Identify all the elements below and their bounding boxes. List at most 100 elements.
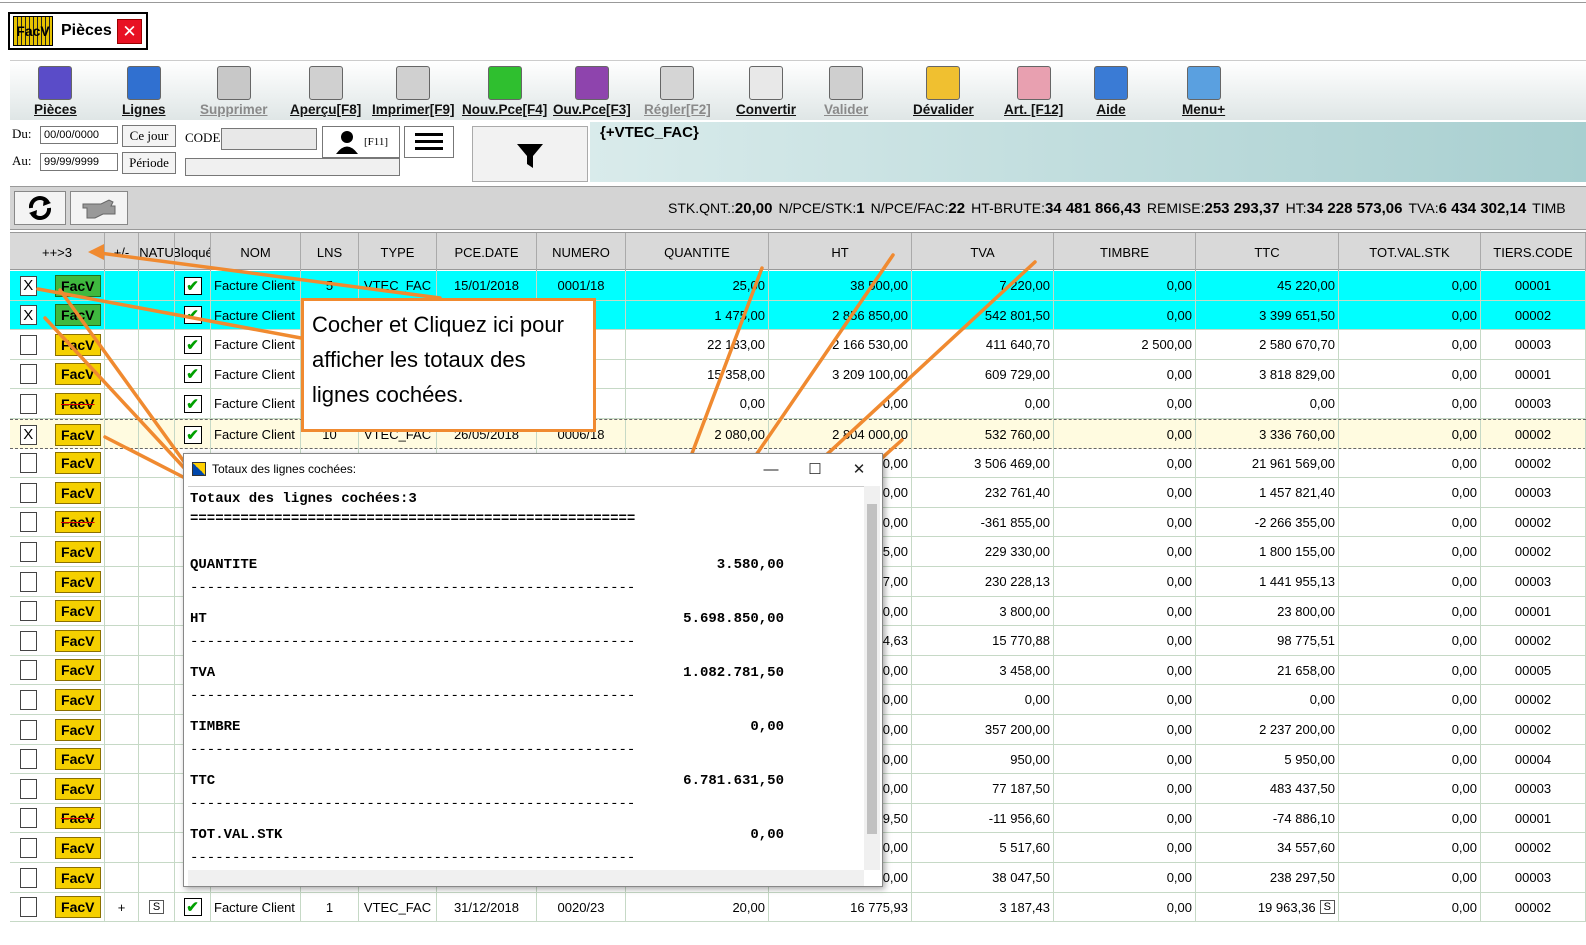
toolbar-button-open-doc[interactable]: Ouv.Pce[F3] <box>553 63 631 121</box>
row-checkbox[interactable] <box>20 453 37 474</box>
toolbar-button-validate[interactable]: Valider <box>824 63 868 121</box>
facv-badge[interactable]: FacV <box>54 570 101 593</box>
client-picker-button[interactable]: [F11] <box>322 126 400 158</box>
row-checkbox[interactable] <box>20 749 37 770</box>
row-checkbox[interactable]: X <box>20 305 37 326</box>
column-header[interactable]: NUMERO <box>537 233 626 271</box>
check-icon[interactable]: ✔ <box>183 306 202 325</box>
table-row[interactable]: X FacV ✔ Facture Client 10 VTEC_FAC 26/05/2018… <box>10 419 1586 449</box>
table-row[interactable]: FacV✔Facture Client815 358,003 209 100,0… <box>10 359 1586 390</box>
toolbar-button-preview[interactable]: Aperçu[F8] <box>290 63 361 121</box>
column-header[interactable]: LNS <box>301 233 359 271</box>
check-icon[interactable]: ✔ <box>183 425 202 444</box>
table-row[interactable]: XFacV✔Facture Client81 475,002 856 850,0… <box>10 300 1586 331</box>
toolbar-button-new-doc[interactable]: Nouv.Pce[F4] <box>462 63 547 121</box>
facv-badge[interactable]: FacV <box>54 718 101 741</box>
row-checkbox[interactable] <box>20 660 37 681</box>
date-to-input[interactable]: 99/99/9999 <box>40 153 118 171</box>
column-header[interactable]: TVA <box>912 233 1054 271</box>
maximize-icon[interactable]: ☐ <box>793 456 837 482</box>
column-header[interactable]: HT <box>769 233 912 271</box>
ce-jour-button[interactable]: Ce jour <box>122 125 176 147</box>
check-icon[interactable]: ✔ <box>183 335 202 354</box>
facv-badge[interactable]: FacV <box>54 807 101 830</box>
facv-badge[interactable]: FacV <box>54 688 101 711</box>
facv-badge[interactable]: FacV <box>54 481 101 504</box>
facv-badge[interactable]: FacV <box>54 600 101 623</box>
toolbar-button-trash-person[interactable]: Supprimer <box>200 63 268 121</box>
row-checkbox[interactable] <box>20 601 37 622</box>
facv-badge[interactable]: FacV <box>54 511 101 534</box>
facv-badge[interactable]: FacV <box>54 659 101 682</box>
dialog-titlebar[interactable]: Totaux des lignes cochées: — ☐ ✕ <box>184 454 882 484</box>
periode-button[interactable]: Période <box>122 152 176 174</box>
column-header[interactable]: TTC <box>1196 233 1339 271</box>
row-checkbox[interactable] <box>20 393 37 414</box>
facv-badge[interactable]: FacV <box>54 777 101 800</box>
column-header[interactable]: Bloqué <box>175 233 211 271</box>
table-row[interactable]: X FacV ✔ Facture Client 5 VTEC_FAC 15/01/2018 0… <box>10 271 1586 301</box>
row-checkbox[interactable] <box>20 364 37 385</box>
facv-badge[interactable]: FacV <box>54 363 101 386</box>
toolbar-button-magnifier[interactable]: Lignes <box>122 63 166 121</box>
dialog-close-icon[interactable]: ✕ <box>837 456 881 482</box>
row-checkbox[interactable] <box>20 719 37 740</box>
close-icon[interactable]: ✕ <box>117 19 142 44</box>
toolbar-button-grid-calendar[interactable]: Pièces <box>34 63 77 121</box>
toolbar-button-printer[interactable]: Imprimer[F9] <box>372 63 455 121</box>
toolbar-button-convert[interactable]: Convertir <box>736 63 796 121</box>
filter-button[interactable] <box>472 126 588 182</box>
row-checkbox[interactable]: X <box>20 275 37 296</box>
column-header[interactable]: TIERS.CODE <box>1481 233 1586 271</box>
facv-badge[interactable]: FacV <box>54 423 101 446</box>
facv-badge[interactable]: FacV <box>54 540 101 563</box>
check-icon[interactable]: ✔ <box>183 898 202 917</box>
column-header[interactable]: TIMBRE <box>1054 233 1196 271</box>
dialog-vertical-scrollbar[interactable] <box>864 486 880 870</box>
column-header[interactable]: TYPE <box>359 233 437 271</box>
row-checkbox[interactable] <box>20 778 37 799</box>
row-checkbox[interactable] <box>20 541 37 562</box>
table-row[interactable]: FacV✔Facture Client822 183,002 166 530,0… <box>10 330 1586 360</box>
row-checkbox[interactable] <box>20 808 37 829</box>
toolbar-button-articles[interactable]: Art. [F12] <box>1004 63 1063 121</box>
column-header[interactable]: ++>3 <box>10 233 105 271</box>
row-checkbox[interactable] <box>20 571 37 592</box>
check-icon[interactable]: ✔ <box>183 365 202 384</box>
totals-dialog[interactable]: Totaux des lignes cochées: — ☐ ✕ Totaux … <box>183 453 883 887</box>
row-checkbox[interactable] <box>20 630 37 651</box>
row-checkbox[interactable] <box>20 897 37 918</box>
toolbar-button-unvalidate[interactable]: Dévalider <box>913 63 974 121</box>
column-header[interactable]: NATU <box>139 233 175 271</box>
row-checkbox[interactable] <box>20 512 37 533</box>
facv-badge[interactable]: FacV <box>54 866 101 889</box>
row-checkbox[interactable] <box>20 867 37 888</box>
column-header[interactable]: TOT.VAL.STK <box>1339 233 1481 271</box>
row-checkbox[interactable] <box>20 837 37 858</box>
check-icon[interactable]: ✔ <box>183 276 202 295</box>
date-from-input[interactable]: 00/00/0000 <box>40 126 118 144</box>
column-header[interactable]: NOM <box>211 233 301 271</box>
window-tab[interactable]: FacV Pièces ✕ <box>8 12 148 50</box>
facv-badge[interactable]: FacV <box>54 836 101 859</box>
facv-badge[interactable]: FacV <box>54 333 101 356</box>
facv-badge[interactable]: FacV <box>54 896 101 919</box>
table-row[interactable]: FacV✔Facture Client80,000,000,000,000,00… <box>10 389 1586 419</box>
column-header[interactable]: PCE.DATE <box>437 233 537 271</box>
column-header[interactable]: QUANTITE <box>626 233 769 271</box>
facv-badge[interactable]: FacV <box>54 274 101 297</box>
toolbar-button-help[interactable]: Aide <box>1094 63 1128 121</box>
table-row[interactable]: FacV + S ✔ Facture Client 1 VTEC_FAC 31/12/2018… <box>10 892 1586 923</box>
list-menu-button[interactable] <box>404 126 454 158</box>
facv-badge[interactable]: FacV <box>54 452 101 475</box>
pointer-button[interactable] <box>70 191 128 225</box>
refresh-button[interactable] <box>14 191 66 225</box>
toolbar-button-menu[interactable]: Menu+ <box>1182 63 1225 121</box>
toolbar-button-pay[interactable]: Régler[F2] <box>644 63 711 121</box>
row-checkbox[interactable]: X <box>20 424 37 445</box>
facv-badge[interactable]: FacV <box>54 748 101 771</box>
row-checkbox[interactable] <box>20 482 37 503</box>
row-checkbox[interactable] <box>20 334 37 355</box>
row-checkbox[interactable] <box>20 689 37 710</box>
column-header[interactable]: +/- <box>105 233 139 271</box>
